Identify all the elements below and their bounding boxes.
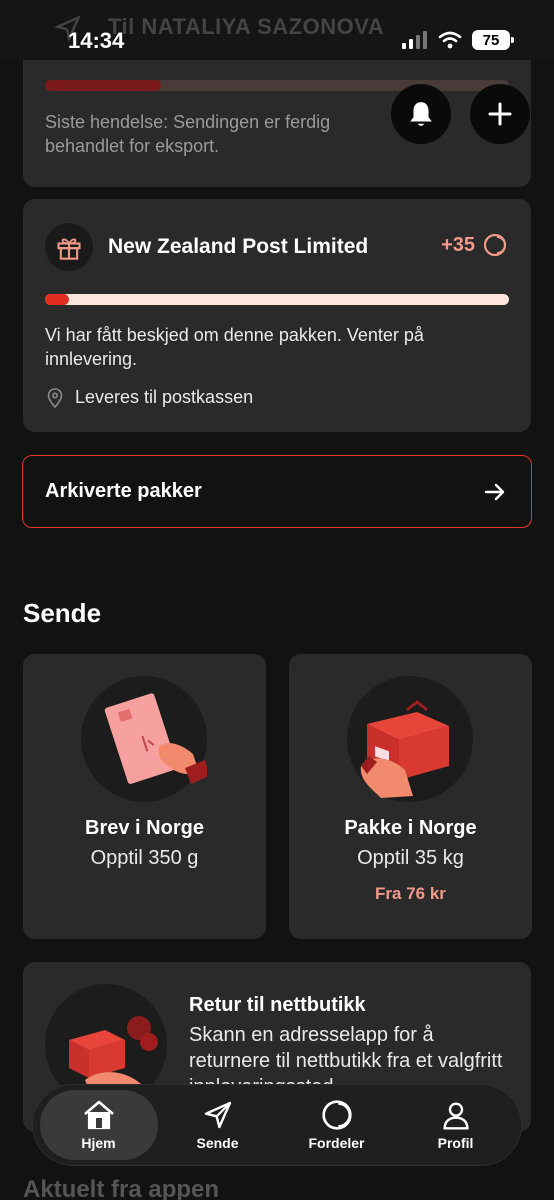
- delivery-location: Leveres til postkassen: [47, 387, 253, 408]
- send-icon: [204, 1101, 231, 1129]
- coin-icon: [483, 233, 507, 257]
- gift-icon-badge: [45, 223, 93, 271]
- archived-packages-label: Arkiverte pakker: [45, 480, 202, 502]
- wifi-icon: [438, 31, 462, 49]
- notifications-button[interactable]: [391, 84, 451, 144]
- tab-sende[interactable]: Sende: [159, 1090, 277, 1160]
- package-illustration: [347, 676, 473, 802]
- tab-hjem[interactable]: Hjem: [39, 1090, 158, 1160]
- sender-name: New Zealand Post Limited: [108, 235, 369, 258]
- letter-illustration: [81, 676, 209, 802]
- shipment-status-text: Siste hendelse: Sendingen er ferdig beha…: [45, 112, 331, 156]
- send-card-title: Brev i Norge: [85, 817, 204, 839]
- bottom-tab-bar: Hjem Sende Fordeler Profil: [32, 1084, 522, 1166]
- progress-fill: [45, 294, 69, 305]
- section-title-aktuelt: Aktuelt fra appen: [23, 1176, 220, 1200]
- home-icon: [83, 1100, 114, 1130]
- tab-label: Fordeler: [308, 1135, 365, 1151]
- signal-icon: [402, 31, 427, 49]
- tab-profil[interactable]: Profil: [397, 1090, 515, 1160]
- archived-packages-button[interactable]: Arkiverte pakker: [22, 455, 532, 528]
- status-bar: Til NATALIYA SAZONOVA 14:34 75: [0, 0, 554, 60]
- tab-label: Hjem: [81, 1135, 116, 1151]
- points-value: +35: [441, 233, 475, 256]
- shipment-status-text: Vi har fått beskjed om denne pakken. Ven…: [45, 325, 424, 369]
- progress-fill: [45, 80, 161, 91]
- status-time: 14:34: [68, 28, 125, 53]
- bell-icon: [410, 102, 432, 126]
- send-card-subtitle: Opptil 35 kg: [357, 847, 464, 869]
- location-pin-icon: [47, 387, 63, 408]
- system-icons: 75: [402, 30, 514, 50]
- tab-label: Sende: [196, 1135, 239, 1151]
- battery-indicator: 75: [472, 30, 514, 50]
- send-package-card[interactable]: Pakke i Norge Opptil 35 kg Fra 76 kr: [289, 654, 532, 939]
- send-card-title: Pakke i Norge: [344, 817, 477, 839]
- behind-title: Til NATALIYA SAZONOVA: [108, 14, 385, 39]
- tab-fordeler[interactable]: Fordeler: [278, 1090, 396, 1160]
- coin-icon: [321, 1100, 352, 1130]
- arrow-right-icon: [484, 483, 505, 500]
- plus-icon: [488, 102, 512, 126]
- points-badge: +35: [441, 233, 507, 257]
- send-card-price: Fra 76 kr: [375, 884, 446, 903]
- section-title-sende: Sende: [23, 598, 102, 628]
- return-title: Retur til nettbutikk: [189, 994, 366, 1016]
- add-package-button[interactable]: [470, 84, 530, 144]
- shipment-card-eksport[interactable]: Siste hendelse: Sendingen er ferdig beha…: [23, 40, 531, 187]
- progress-track: [45, 294, 509, 305]
- tab-label: Profil: [437, 1135, 474, 1151]
- send-card-subtitle: Opptil 350 g: [90, 847, 199, 869]
- delivery-location-text: Leveres til postkassen: [75, 387, 254, 407]
- gift-icon: [57, 238, 81, 260]
- send-letter-card[interactable]: Brev i Norge Opptil 350 g: [23, 654, 266, 939]
- shipment-card-new-zealand[interactable]: New Zealand Post Limited +35 Vi har fått…: [23, 199, 531, 432]
- profile-icon: [442, 1102, 469, 1130]
